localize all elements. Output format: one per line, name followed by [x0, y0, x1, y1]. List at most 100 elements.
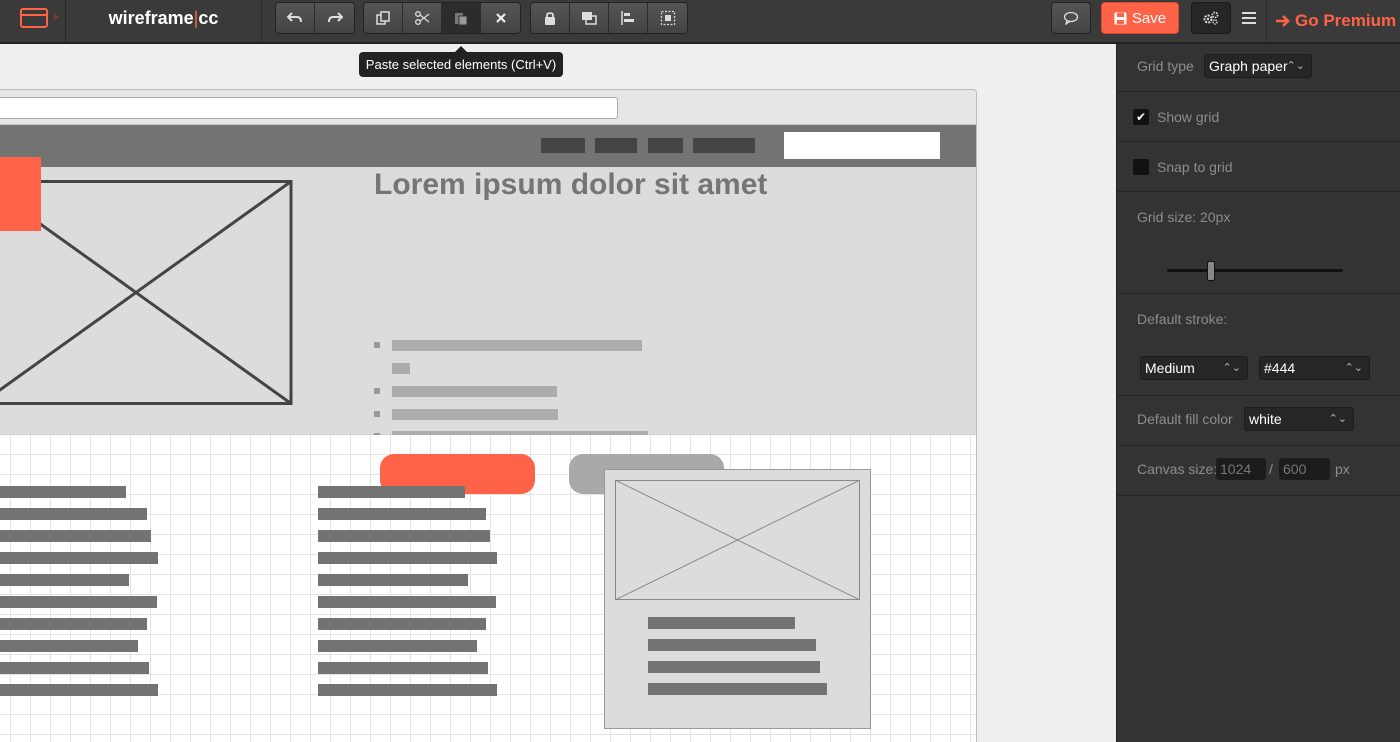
- delete-button[interactable]: [481, 3, 520, 33]
- undo-icon: [287, 12, 302, 23]
- undo-button[interactable]: [276, 3, 315, 33]
- redo-button[interactable]: [315, 3, 354, 33]
- lock-button[interactable]: [531, 3, 570, 33]
- go-premium-link[interactable]: Go Premium: [1266, 0, 1400, 42]
- select-arrows-icon: ⌃⌄: [1328, 413, 1347, 425]
- fill-color-select[interactable]: white ⌃⌄: [1244, 407, 1354, 431]
- text-line-placeholder[interactable]: [0, 640, 138, 652]
- caret-right-icon: [54, 13, 59, 21]
- text-line-placeholder[interactable]: [648, 617, 795, 629]
- text-line-placeholder[interactable]: [392, 340, 642, 351]
- wireframe-url-bar[interactable]: [0, 97, 618, 119]
- wireframe-logo-block[interactable]: [0, 157, 41, 231]
- text-line-placeholder[interactable]: [0, 574, 129, 586]
- copy-button[interactable]: [364, 3, 403, 33]
- app-menu-button[interactable]: [0, 0, 66, 42]
- canvas-area[interactable]: Lorem ipsum dolor sit amet: [0, 44, 1116, 742]
- text-line-placeholder[interactable]: [318, 662, 488, 674]
- stroke-width-select[interactable]: Medium ⌃⌄: [1140, 356, 1248, 380]
- wireframe-navbar[interactable]: [0, 125, 976, 167]
- save-button[interactable]: Save: [1101, 2, 1179, 34]
- slider-track: [1167, 269, 1343, 272]
- text-line-placeholder[interactable]: [392, 363, 410, 374]
- paste-icon: [455, 13, 468, 26]
- show-grid-label[interactable]: Show grid: [1157, 109, 1219, 125]
- brand-logo: wireframe|cc: [66, 0, 262, 42]
- default-fill-label: Default fill color: [1137, 411, 1233, 427]
- grid-type-value: Graph paper: [1209, 58, 1288, 74]
- default-stroke-row: Default stroke: Medium ⌃⌄ #444 ⌃⌄: [1117, 294, 1400, 396]
- copy-icon: [376, 11, 390, 25]
- show-grid-checkbox[interactable]: ✔: [1133, 109, 1149, 125]
- text-line-placeholder[interactable]: [392, 431, 648, 435]
- canvas-size-separator: /: [1269, 461, 1273, 477]
- text-line-placeholder[interactable]: [0, 684, 158, 696]
- text-line-placeholder[interactable]: [0, 486, 126, 498]
- grid-size-slider[interactable]: [1117, 242, 1400, 294]
- cut-icon: [415, 11, 430, 25]
- wireframe-hero-title[interactable]: Lorem ipsum dolor sit amet: [374, 168, 767, 202]
- cut-button[interactable]: [403, 3, 442, 33]
- grid-type-row: Grid type Graph paper ⌃⌄: [1117, 44, 1400, 92]
- wireframe-nav-item[interactable]: [648, 138, 683, 153]
- text-line-placeholder[interactable]: [318, 618, 486, 630]
- bring-to-front-button[interactable]: [570, 3, 609, 33]
- text-line-placeholder[interactable]: [648, 639, 816, 651]
- hamburger-icon: [1242, 12, 1256, 24]
- clipboard-group: [363, 2, 521, 34]
- align-button[interactable]: [609, 3, 648, 33]
- text-line-placeholder[interactable]: [318, 684, 497, 696]
- text-line-placeholder[interactable]: [0, 662, 149, 674]
- select-arrows-icon: ⌃⌄: [1222, 362, 1241, 374]
- settings-button[interactable]: [1191, 2, 1231, 34]
- wireframe-search-box[interactable]: [784, 132, 940, 159]
- wireframe-browser-window[interactable]: Lorem ipsum dolor sit amet: [0, 89, 977, 742]
- canvas-size-label: Canvas size:: [1137, 461, 1218, 477]
- snap-grid-row: Snap to grid: [1117, 142, 1400, 192]
- snap-to-grid-label[interactable]: Snap to grid: [1157, 159, 1233, 175]
- text-line-placeholder[interactable]: [648, 683, 827, 695]
- group-button[interactable]: [648, 3, 687, 33]
- slider-thumb[interactable]: [1207, 261, 1215, 281]
- text-line-placeholder[interactable]: [0, 596, 157, 608]
- default-fill-row: Default fill color white ⌃⌄: [1117, 396, 1400, 446]
- select-arrows-icon: ⌃⌄: [1286, 60, 1305, 72]
- align-icon: [621, 11, 634, 25]
- wireframe-image-placeholder[interactable]: [0, 180, 293, 406]
- text-line-placeholder[interactable]: [0, 508, 147, 520]
- text-line-placeholder[interactable]: [0, 530, 151, 542]
- text-line-placeholder[interactable]: [318, 596, 496, 608]
- snap-to-grid-checkbox[interactable]: [1133, 159, 1149, 175]
- wireframe-nav-item[interactable]: [595, 138, 637, 153]
- canvas-height-input[interactable]: 600: [1279, 458, 1330, 480]
- text-line-placeholder[interactable]: [392, 386, 557, 397]
- list-bullet: [374, 411, 380, 417]
- text-line-placeholder[interactable]: [0, 618, 147, 630]
- menu-button[interactable]: [1238, 8, 1260, 28]
- text-line-placeholder[interactable]: [318, 574, 468, 586]
- text-line-placeholder[interactable]: [318, 552, 497, 564]
- top-toolbar: wireframe|cc Save Go Premium: [0, 0, 1400, 44]
- wireframe-hero[interactable]: Lorem ipsum dolor sit amet: [0, 157, 976, 494]
- text-line-placeholder[interactable]: [318, 486, 465, 498]
- text-line-placeholder[interactable]: [318, 640, 477, 652]
- text-line-placeholder[interactable]: [318, 530, 490, 542]
- wireframe-nav-item[interactable]: [541, 138, 585, 153]
- paste-button[interactable]: [442, 3, 481, 33]
- text-line-placeholder[interactable]: [0, 552, 158, 564]
- bring-to-front-icon: [582, 12, 597, 25]
- canvas-width-input[interactable]: 1024: [1216, 458, 1266, 480]
- text-line-placeholder[interactable]: [392, 409, 558, 420]
- wireframe-nav-item[interactable]: [693, 138, 755, 153]
- paste-tooltip: Paste selected elements (Ctrl+V): [359, 46, 563, 77]
- comment-icon: [1063, 11, 1079, 25]
- text-line-placeholder[interactable]: [318, 508, 486, 520]
- stroke-color-select[interactable]: #444 ⌃⌄: [1259, 356, 1370, 380]
- text-line-placeholder[interactable]: [648, 661, 820, 673]
- wireframe-card[interactable]: [604, 469, 871, 729]
- grid-type-select[interactable]: Graph paper ⌃⌄: [1204, 54, 1312, 78]
- gears-icon: [1203, 11, 1219, 25]
- delete-icon: [495, 13, 506, 23]
- comment-button[interactable]: [1051, 2, 1091, 34]
- wireframe-card-image-placeholder[interactable]: [615, 480, 860, 600]
